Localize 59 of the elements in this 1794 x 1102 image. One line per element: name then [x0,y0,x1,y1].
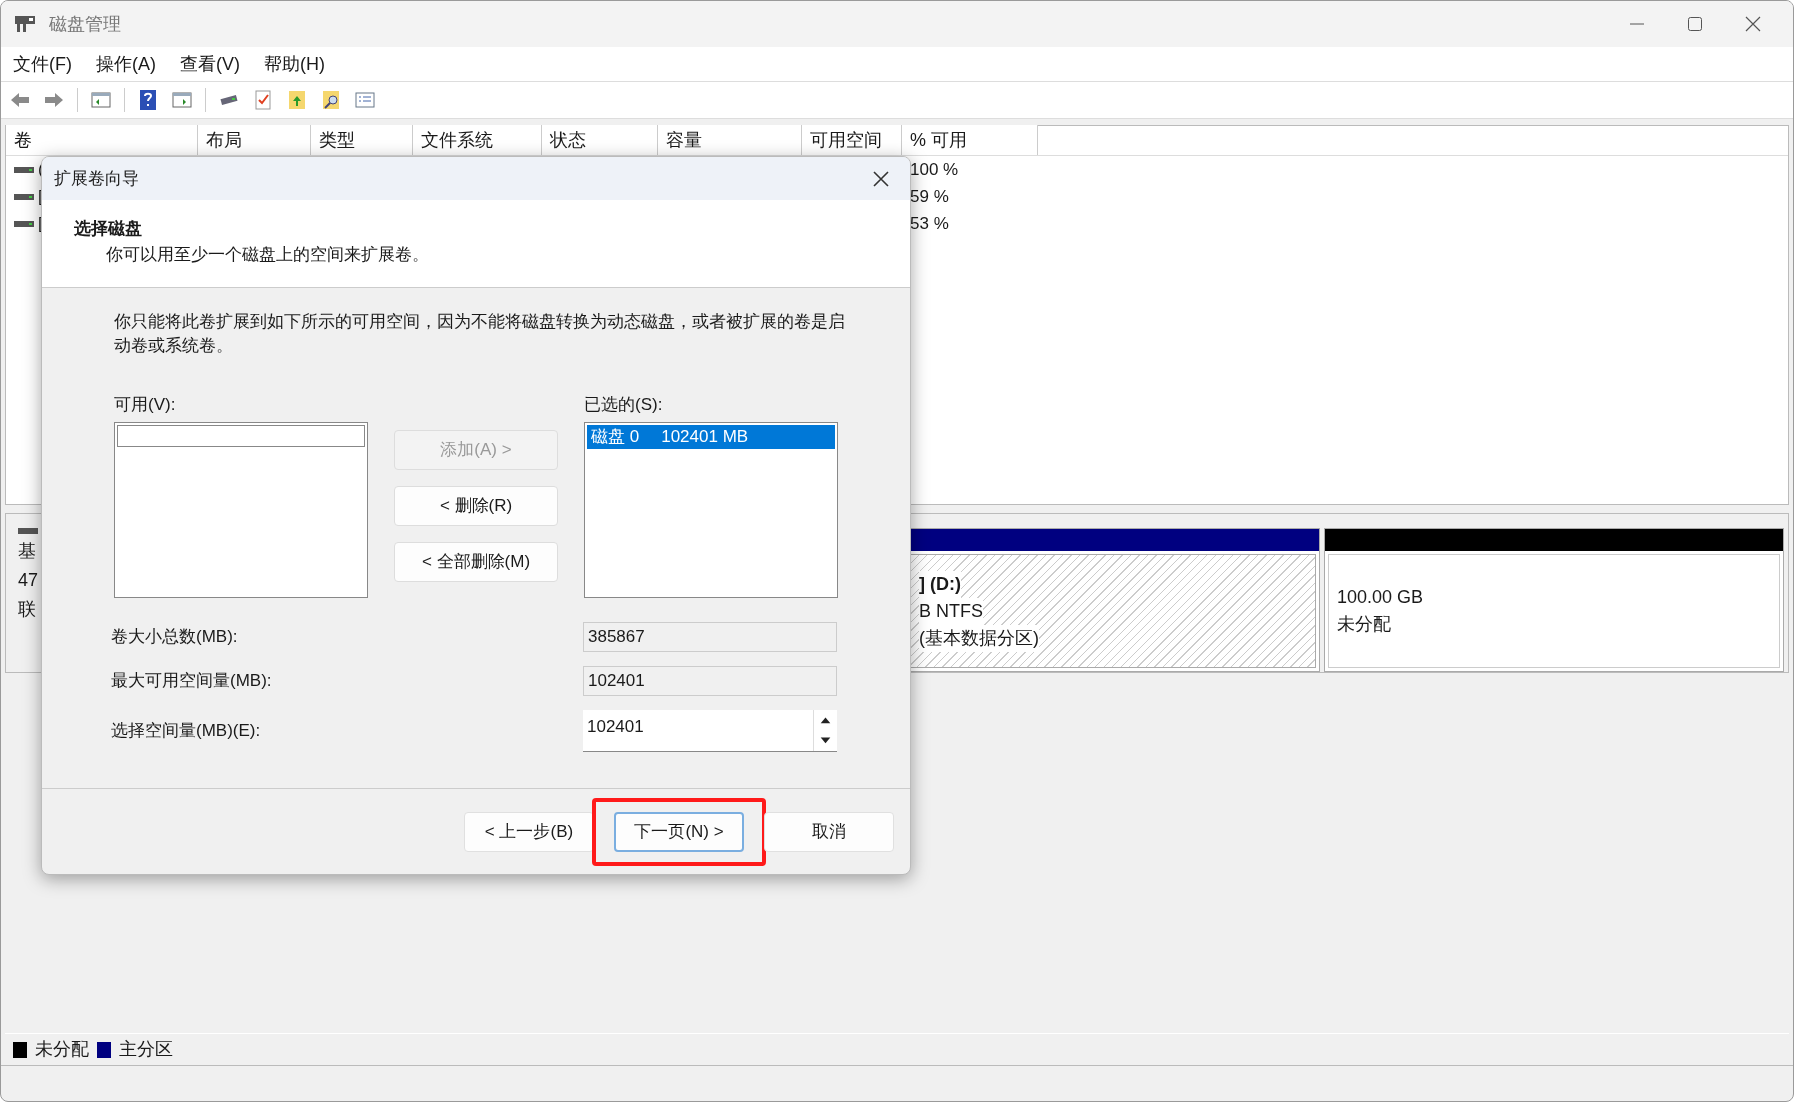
close-icon[interactable] [1745,16,1761,32]
wizard-button[interactable]: 下一页(N) > [614,811,744,852]
column-header[interactable]: % 可用 [902,125,1038,155]
partition-text: ] (D:) [919,570,961,598]
menu-item[interactable]: 文件(F) [13,50,72,78]
table-cell-text: 53 % [909,212,950,235]
folder-search-icon[interactable] [320,89,342,111]
maximize-icon[interactable] [1687,16,1703,32]
console-tree-icon[interactable] [90,89,112,111]
move-button[interactable]: < 全部删除(M) [394,542,558,582]
disk-management-icon [13,13,37,35]
legend-label: 未分配 [35,1038,89,1061]
wizard-button[interactable]: 取消 [764,811,894,852]
column-header[interactable]: 类型 [311,125,413,155]
dialog-heading: 选择磁盘 [74,218,143,240]
close-icon[interactable] [872,169,890,188]
table-cell-text: 100 % [909,158,960,181]
menu-item[interactable]: 查看(V) [180,50,240,78]
legend-label: 主分区 [119,1038,173,1061]
readonly-field: 385867 [583,621,837,652]
wizard-button[interactable]: < 上一步(B) [464,811,594,852]
partition-text: B NTFS [919,597,983,625]
move-button[interactable]: < 删除(R) [394,486,558,526]
disk-label: 基 [18,540,37,563]
panel-icon[interactable] [171,89,193,111]
column-header[interactable]: 可用空间 [802,125,902,155]
checklist-icon[interactable] [252,89,274,111]
field-label: 选择空间量(MB)(E): [111,719,262,742]
drive-icon [14,191,34,202]
partition-block[interactable]: 100.00 GB 未分配 [1324,528,1784,672]
readonly-field: 102401 [583,665,837,696]
available-list[interactable] [114,421,368,598]
column-header[interactable]: 容量 [658,125,802,155]
drive-icon [14,164,34,175]
list-item[interactable]: 磁盘 0 102401 MB [587,424,835,449]
menu-item[interactable]: 操作(A) [96,50,156,78]
dialog-subheading: 你可以用至少一个磁盘上的空间来扩展卷。 [105,243,430,266]
disk-label: 47 [18,569,40,592]
column-header[interactable]: 卷 [6,125,198,155]
list-label: 已选的(S): [584,394,664,416]
field-label: 最大可用空间量(MB): [111,669,273,692]
folder-up-icon[interactable] [286,89,308,111]
dialog-title: 扩展卷向导 [54,167,139,190]
menu-item[interactable]: 帮助(H) [264,50,325,78]
column-header[interactable]: 状态 [542,125,658,155]
field-label: 卷大小总数(MB): [111,625,239,648]
disk-label: 联 [18,598,37,621]
list-label: 可用(V): [114,394,177,416]
drive-icon [14,218,34,229]
column-header[interactable]: 文件系统 [413,125,542,155]
description-text: 你只能将此卷扩展到如下所示的可用空间，因为不能将磁盘转换为动态磁盘，或者被扩展的卷是启动卷或系统卷。 [114,311,846,357]
column-header[interactable]: 布局 [198,125,311,155]
help-icon[interactable] [137,89,159,111]
disk-size: 102401 MB [661,425,749,448]
partition-text: (基本数据分区) [919,624,1039,652]
spin-field[interactable]: 102401 [583,709,837,752]
window-title: 磁盘管理 [49,12,121,36]
disk-name: 磁盘 0 [591,425,640,448]
table-cell-text: 59 % [909,185,950,208]
